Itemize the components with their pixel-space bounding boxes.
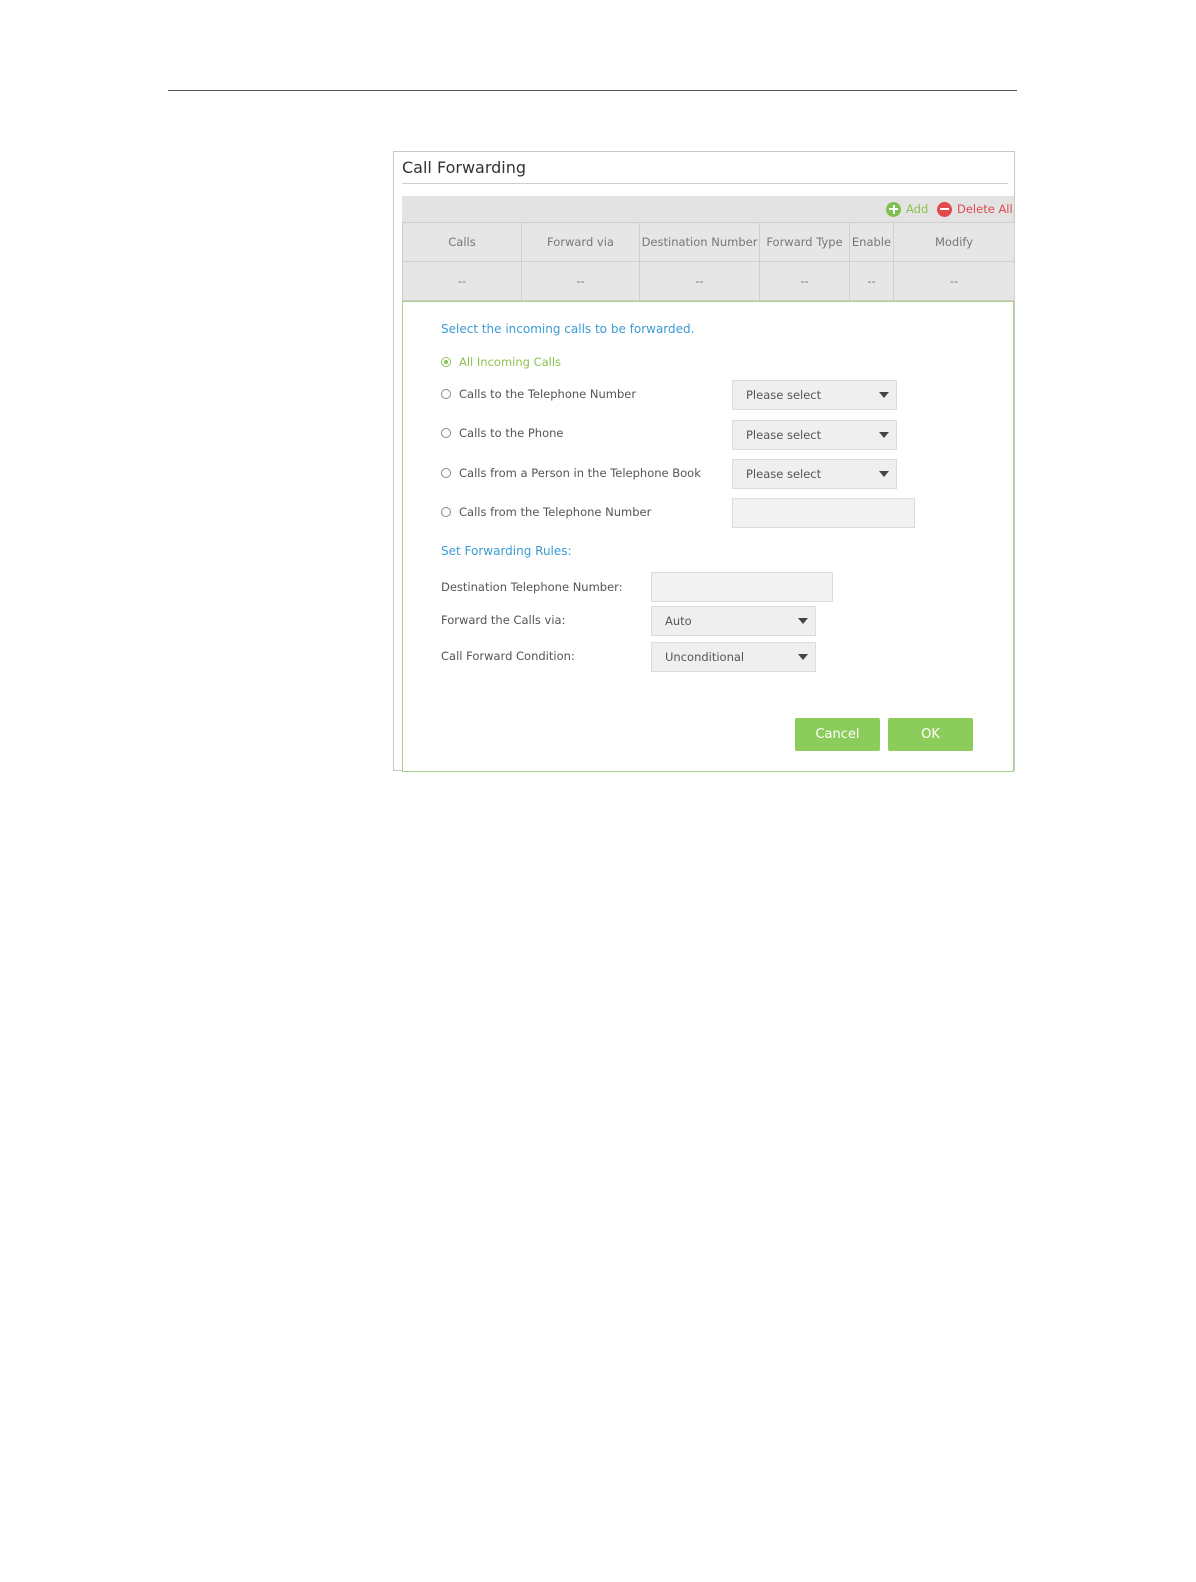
delete-all-icon xyxy=(937,201,952,217)
radio-calls-from-telephone-number[interactable]: Calls from the Telephone Number xyxy=(441,504,651,520)
radio-button[interactable] xyxy=(441,428,451,438)
from-telephone-number-input[interactable] xyxy=(732,498,915,528)
radio-label: All Incoming Calls xyxy=(459,355,562,369)
table-cell: -- xyxy=(402,261,522,301)
table-cell: -- xyxy=(849,261,894,301)
radio-calls-from-telephone-book[interactable]: Calls from a Person in the Telephone Boo… xyxy=(441,465,701,481)
column-header-forward-via: Forward via xyxy=(521,222,640,262)
add-button[interactable]: Add xyxy=(886,196,928,222)
caret-down-icon xyxy=(879,471,889,477)
radio-calls-to-phone[interactable]: Calls to the Phone xyxy=(441,425,563,441)
add-icon xyxy=(886,201,901,217)
delete-all-label: Delete All xyxy=(957,202,1013,216)
table-toolbar: Add Delete All xyxy=(402,196,1014,222)
page-header-rule xyxy=(168,90,1017,91)
select-value: Auto xyxy=(665,614,692,628)
caret-down-icon xyxy=(879,432,889,438)
column-header-destination-number: Destination Number xyxy=(639,222,760,262)
caret-down-icon xyxy=(879,392,889,398)
forward-via-select[interactable]: Auto xyxy=(651,606,816,636)
radio-button[interactable] xyxy=(441,507,451,517)
column-header-modify: Modify xyxy=(893,222,1015,262)
call-forwarding-panel: Call Forwarding Add Delete All Calls For… xyxy=(393,151,1015,772)
destination-number-input[interactable] xyxy=(651,572,833,602)
radio-label: Calls from the Telephone Number xyxy=(459,505,652,519)
table-cell: -- xyxy=(759,261,850,301)
select-value: Please select xyxy=(746,428,822,442)
caret-down-icon xyxy=(798,618,808,624)
column-header-forward-type: Forward Type xyxy=(759,222,850,262)
radio-button[interactable] xyxy=(441,468,451,478)
radio-calls-to-telephone-number[interactable]: Calls to the Telephone Number xyxy=(441,386,636,402)
condition-select[interactable]: Unconditional xyxy=(651,642,816,672)
delete-all-button[interactable]: Delete All xyxy=(937,196,1013,222)
telephone-book-select[interactable]: Please select xyxy=(732,459,897,489)
table-cell: -- xyxy=(893,261,1015,301)
table-row: -- -- -- -- -- -- xyxy=(402,261,1015,301)
table-header-row: Calls Forward via Destination Number For… xyxy=(402,222,1015,262)
radio-button-selected[interactable] xyxy=(441,357,451,367)
radio-label: Calls to the Phone xyxy=(459,426,564,440)
select-value: Unconditional xyxy=(665,650,745,664)
radio-label: Calls to the Telephone Number xyxy=(459,387,637,401)
radio-label: Calls from a Person in the Telephone Boo… xyxy=(459,466,701,480)
panel-title: Call Forwarding xyxy=(402,158,527,177)
table-cell: -- xyxy=(639,261,760,301)
forwarding-rules-heading: Set Forwarding Rules: xyxy=(441,544,572,558)
cancel-button[interactable]: Cancel xyxy=(795,718,880,751)
column-header-calls: Calls xyxy=(402,222,522,262)
forwarding-table: Calls Forward via Destination Number For… xyxy=(402,222,1015,301)
telephone-number-select[interactable]: Please select xyxy=(732,380,897,410)
condition-label: Call Forward Condition: xyxy=(441,649,575,663)
caret-down-icon xyxy=(798,654,808,660)
table-cell: -- xyxy=(521,261,640,301)
column-header-enable: Enable xyxy=(849,222,894,262)
incoming-calls-heading: Select the incoming calls to be forwarde… xyxy=(441,322,695,336)
radio-all-incoming-calls[interactable]: All Incoming Calls xyxy=(441,354,561,370)
add-label: Add xyxy=(906,202,929,216)
destination-number-label: Destination Telephone Number: xyxy=(441,580,623,594)
phone-select[interactable]: Please select xyxy=(732,420,897,450)
select-value: Please select xyxy=(746,467,822,481)
forwarding-form: Select the incoming calls to be forwarde… xyxy=(402,301,1014,772)
ok-button[interactable]: OK xyxy=(888,718,973,751)
forward-via-label: Forward the Calls via: xyxy=(441,613,566,627)
radio-button[interactable] xyxy=(441,389,451,399)
title-divider xyxy=(402,183,1008,184)
select-value: Please select xyxy=(746,388,822,402)
